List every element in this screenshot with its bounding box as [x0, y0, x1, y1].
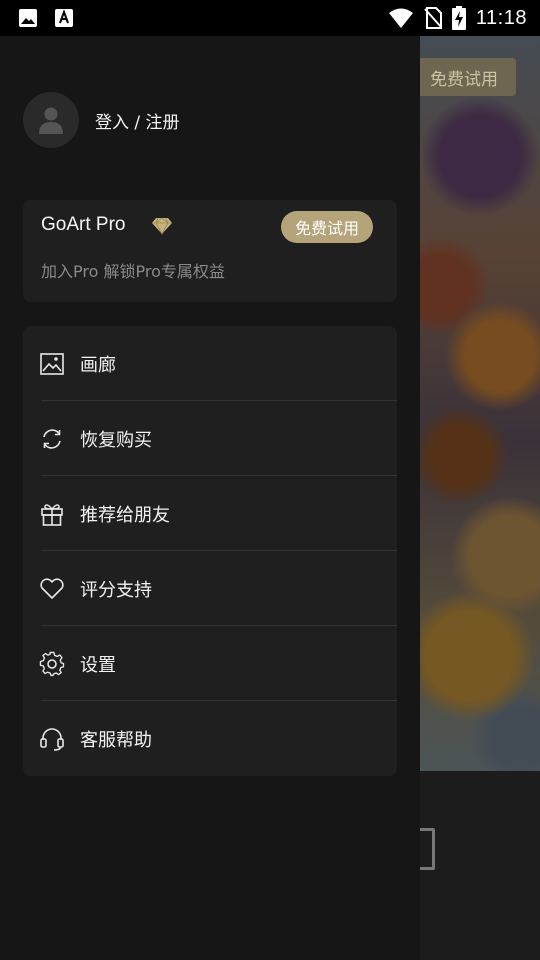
gift-icon	[39, 501, 65, 527]
gallery-icon	[39, 351, 65, 377]
background-trial-button[interactable]: 免费试用	[410, 58, 516, 96]
pro-subtitle: 加入Pro 解锁Pro专属权益	[41, 262, 225, 281]
headset-icon	[39, 726, 65, 752]
no-sim-icon	[424, 7, 442, 29]
text-a-icon	[55, 9, 73, 27]
user-icon	[39, 107, 63, 134]
menu-item-label: 客服帮助	[80, 729, 152, 751]
menu-item-label: 画廊	[80, 354, 116, 376]
menu-item-rate[interactable]: 评分支持	[23, 551, 397, 626]
avatar	[23, 92, 79, 148]
menu-item-label: 恢复购买	[80, 429, 152, 451]
menu-item-label: 评分支持	[80, 579, 152, 601]
pro-upgrade-card[interactable]: GoArt Pro 加入Pro 解锁Pro专属权益 免费试用	[23, 200, 397, 302]
menu-item-support[interactable]: 客服帮助	[23, 701, 397, 776]
navigation-drawer: 登入 / 注册 GoArt Pro 加入Pro 解锁Pro专属权益 免费试用 画…	[0, 36, 420, 960]
drawer-menu: 画廊 恢复购买 推荐给朋友 评分支持 设置 客服帮助	[23, 326, 397, 776]
menu-item-recommend[interactable]: 推荐给朋友	[23, 476, 397, 551]
menu-item-label: 推荐给朋友	[80, 504, 170, 526]
restore-icon	[39, 426, 65, 452]
menu-item-settings[interactable]: 设置	[23, 626, 397, 701]
gear-icon	[39, 651, 65, 677]
login-register-label: 登入 / 注册	[95, 112, 180, 133]
battery-charging-icon	[451, 6, 466, 30]
menu-item-restore-purchase[interactable]: 恢复购买	[23, 401, 397, 476]
heart-icon	[39, 576, 65, 602]
menu-item-gallery[interactable]: 画廊	[23, 326, 397, 401]
login-register-button[interactable]: 登入 / 注册	[23, 92, 180, 148]
gallery-icon	[19, 9, 37, 27]
free-trial-button[interactable]: 免费试用	[280, 211, 373, 243]
diamond-icon	[152, 217, 172, 235]
status-bar: 11:18	[0, 0, 540, 36]
pro-title: GoArt Pro	[41, 214, 126, 235]
clock: 11:18	[475, 6, 527, 29]
wifi-icon	[388, 8, 413, 28]
menu-item-label: 设置	[80, 654, 116, 676]
